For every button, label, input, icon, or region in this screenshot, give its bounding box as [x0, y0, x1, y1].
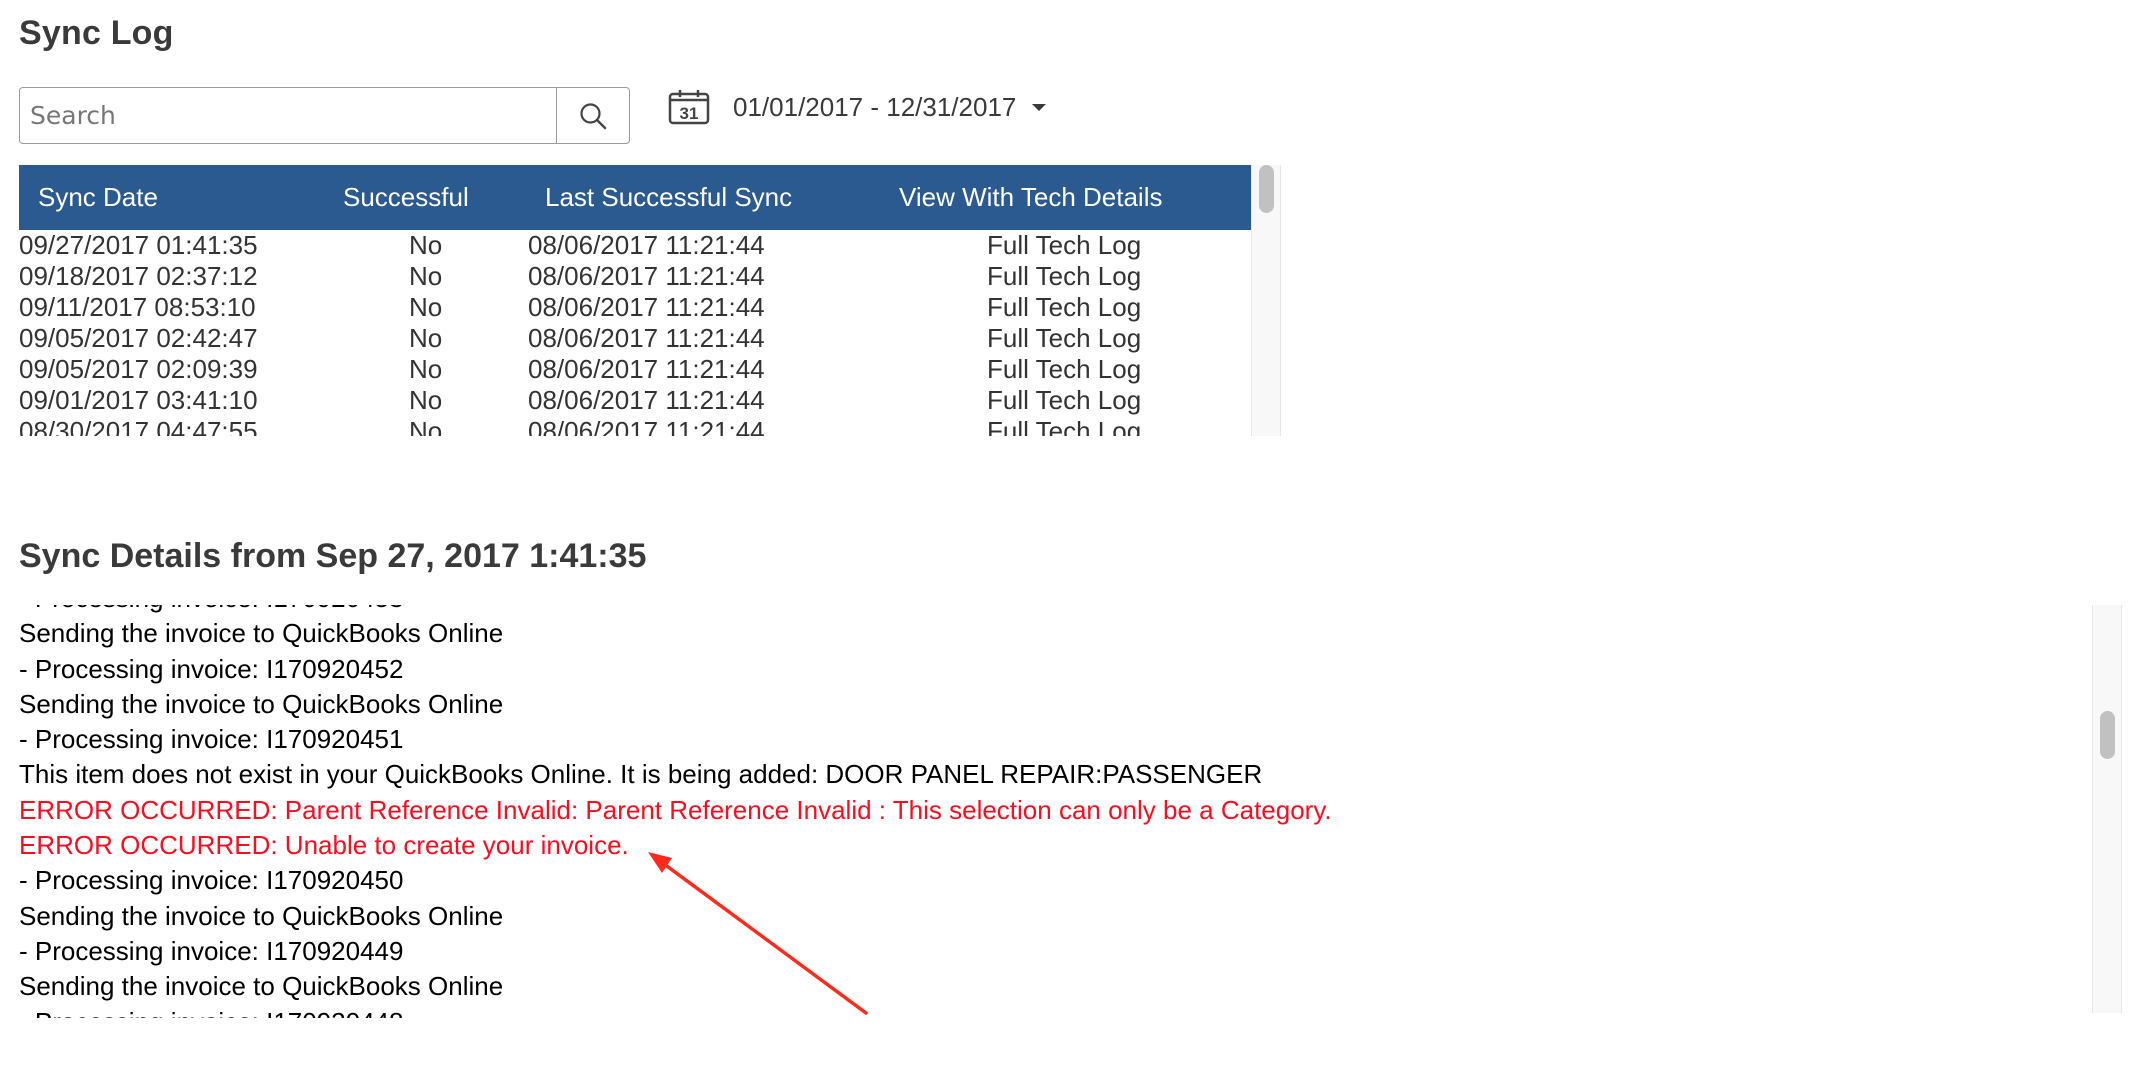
cell-last-successful-sync: 08/06/2017 11:21:44: [528, 230, 765, 260]
cell-successful: No: [409, 230, 443, 260]
table-row[interactable]: 09/05/2017 02:09:39 No 08/06/2017 11:21:…: [19, 354, 1251, 385]
log-line: - Processing invoice: I170920453: [19, 605, 1332, 616]
cell-successful: No: [409, 323, 443, 353]
log-line: - Processing invoice: I170920451: [19, 724, 404, 755]
search-icon: [580, 102, 607, 129]
log-line: - Processing invoice: I170920452: [19, 653, 404, 684]
cell-sync-date: 09/27/2017 01:41:35: [19, 230, 258, 260]
log-line: - Processing invoice: I170920450: [19, 865, 404, 896]
full-tech-log-link[interactable]: Full Tech Log: [987, 323, 1141, 354]
log-line: Sending the invoice to QuickBooks Online: [19, 688, 504, 719]
details-title: Sync Details from Sep 27, 2017 1:41:35: [19, 537, 647, 575]
sync-log-table: Sync Date Successful Last Successful Syn…: [19, 165, 1281, 436]
column-header-successful[interactable]: Successful: [343, 165, 469, 230]
table-row[interactable]: 09/27/2017 01:41:35 No 08/06/2017 11:21:…: [19, 230, 1251, 261]
full-tech-log-link[interactable]: Full Tech Log: [987, 385, 1141, 416]
details-scrollbar-thumb[interactable]: [2100, 711, 2115, 759]
details-scrollbar[interactable]: [2092, 605, 2122, 1013]
log-line: - Processing invoice: I170920449: [19, 935, 404, 966]
cell-last-successful-sync: 08/06/2017 11:21:44: [528, 385, 765, 415]
cell-last-successful-sync: 08/06/2017 11:21:44: [528, 416, 765, 436]
log-line: Sending the invoice to QuickBooks Online: [19, 900, 504, 931]
log-line: Sending the invoice to QuickBooks Online: [19, 971, 504, 1002]
search-box: [19, 87, 630, 144]
details-lines: - Processing invoice: I170920453 Sending…: [19, 605, 1332, 1018]
calendar-day: 31: [680, 104, 699, 123]
search-input[interactable]: [20, 88, 556, 143]
full-tech-log-link[interactable]: Full Tech Log: [987, 230, 1141, 261]
cell-successful: No: [409, 385, 443, 415]
cell-sync-date: 09/05/2017 02:09:39: [19, 354, 258, 384]
table-row[interactable]: 09/11/2017 08:53:10 No 08/06/2017 11:21:…: [19, 292, 1251, 323]
log-line-error: ERROR OCCURRED: Parent Reference Invalid…: [19, 794, 1332, 825]
table-row[interactable]: 08/30/2017 04:47:55 No 08/06/2017 11:21:…: [19, 416, 1251, 436]
full-tech-log-link[interactable]: Full Tech Log: [987, 416, 1141, 436]
caret-down-icon: [1032, 103, 1047, 111]
cell-successful: No: [409, 292, 443, 322]
cell-sync-date: 09/11/2017 08:53:10: [19, 292, 256, 322]
cell-successful: No: [409, 416, 443, 436]
date-range-label: 01/01/2017 - 12/31/2017: [733, 91, 1017, 122]
table-scrollbar[interactable]: [1251, 165, 1281, 436]
column-header-sync-date[interactable]: Sync Date: [38, 165, 158, 230]
full-tech-log-link[interactable]: Full Tech Log: [987, 292, 1141, 323]
calendar-icon: 31: [668, 90, 710, 125]
log-line: Sending the invoice to QuickBooks Online: [19, 618, 504, 649]
cell-sync-date: 09/01/2017 03:41:10: [19, 385, 258, 415]
search-button[interactable]: [556, 88, 629, 143]
table-header: Sync Date Successful Last Successful Syn…: [19, 165, 1251, 230]
cell-last-successful-sync: 08/06/2017 11:21:44: [528, 261, 765, 291]
table-row[interactable]: 09/05/2017 02:42:47 No 08/06/2017 11:21:…: [19, 323, 1251, 354]
table-row[interactable]: 09/18/2017 02:37:12 No 08/06/2017 11:21:…: [19, 261, 1251, 292]
full-tech-log-link[interactable]: Full Tech Log: [987, 261, 1141, 292]
full-tech-log-link[interactable]: Full Tech Log: [987, 354, 1141, 385]
column-header-view-with-tech-details[interactable]: View With Tech Details: [899, 165, 1162, 230]
cell-last-successful-sync: 08/06/2017 11:21:44: [528, 323, 765, 353]
table-scrollbar-thumb[interactable]: [1259, 165, 1274, 213]
page-title: Sync Log: [19, 14, 174, 52]
cell-last-successful-sync: 08/06/2017 11:21:44: [528, 354, 765, 384]
log-line-error: ERROR OCCURRED: Unable to create your in…: [19, 830, 629, 861]
cell-successful: No: [409, 354, 443, 384]
log-line: - Processing invoice: I170920448: [19, 1005, 1332, 1018]
cell-sync-date: 09/05/2017 02:42:47: [19, 323, 258, 353]
table-body: 09/27/2017 01:41:35 No 08/06/2017 11:21:…: [19, 230, 1251, 436]
cell-last-successful-sync: 08/06/2017 11:21:44: [528, 292, 765, 322]
cell-sync-date: 09/18/2017 02:37:12: [19, 261, 258, 291]
table-row[interactable]: 09/01/2017 03:41:10 No 08/06/2017 11:21:…: [19, 385, 1251, 416]
cell-successful: No: [409, 261, 443, 291]
sync-details-log: - Processing invoice: I170920453 Sending…: [0, 605, 2122, 1018]
column-header-last-successful-sync[interactable]: Last Successful Sync: [545, 165, 792, 230]
cell-sync-date: 08/30/2017 04:47:55: [19, 416, 258, 436]
log-line: This item does not exist in your QuickBo…: [19, 759, 1263, 790]
date-range-picker[interactable]: 31 01/01/2017 - 12/31/2017: [668, 88, 1047, 126]
